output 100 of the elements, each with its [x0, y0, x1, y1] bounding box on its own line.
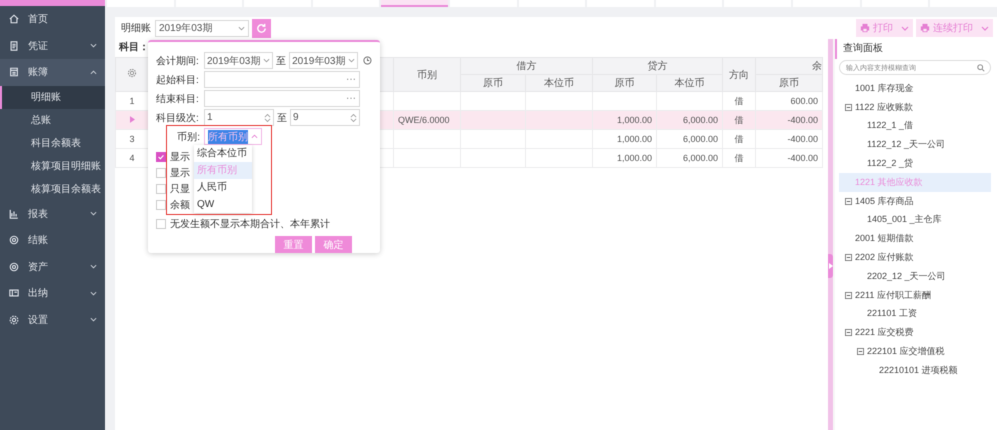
sidebar-subitem[interactable]: 明细账: [0, 86, 105, 108]
refresh-icon: [256, 22, 267, 34]
sidebar-item[interactable]: 设置: [0, 306, 105, 333]
period-select[interactable]: 2019年03期: [155, 20, 249, 36]
column-header: 原币: [779, 78, 799, 89]
row-number: 1: [129, 96, 134, 106]
tree-item[interactable]: 2001 短期借款: [839, 229, 991, 248]
table-cell: 借: [734, 134, 744, 144]
checkbox[interactable]: [156, 168, 166, 178]
caret-icon: [981, 26, 989, 30]
collapse-icon[interactable]: [857, 348, 864, 356]
level-to-field[interactable]: 9: [290, 109, 360, 126]
dropdown-option[interactable]: QW: [194, 196, 252, 213]
spinner-icon[interactable]: [264, 112, 271, 122]
bar-chart-icon: [9, 208, 19, 219]
document-icon: [9, 40, 19, 51]
chevron-icon: [90, 43, 97, 48]
caret-icon: [251, 134, 258, 139]
start-subject-field[interactable]: ···: [204, 71, 360, 88]
search-icon[interactable]: [977, 64, 985, 72]
sidebar-item[interactable]: 出纳: [0, 280, 105, 306]
sidebar-subitem[interactable]: 核算项目明细账: [0, 154, 105, 178]
sidebar-subitem[interactable]: 科目余额表: [0, 132, 105, 154]
target-icon: [9, 235, 19, 246]
sidebar-item[interactable]: 结账: [0, 227, 105, 254]
tree-item[interactable]: 2202 应付账款: [839, 248, 991, 267]
caret-icon: [348, 58, 356, 63]
column-header: 原币: [614, 78, 634, 89]
tree-item[interactable]: 1122_2 _贷: [839, 154, 991, 173]
column-header: 方向: [729, 70, 749, 80]
collapse-icon[interactable]: [845, 292, 852, 299]
range-separator: 至: [276, 112, 288, 124]
sidebar-item[interactable]: 账簿: [0, 59, 105, 86]
level-from-field[interactable]: 1: [204, 109, 274, 126]
column-header: 贷方: [648, 61, 668, 72]
table-cell: 600.00: [790, 96, 818, 106]
tab[interactable]: [381, 0, 448, 7]
checkbox-label: 显示: [170, 167, 190, 180]
tree-item[interactable]: 2211 应付职工薪酬: [839, 286, 991, 305]
tree-item[interactable]: 1405_001 _主仓库: [839, 210, 991, 230]
range-separator: 至: [275, 54, 288, 68]
column-header: 原币: [483, 78, 503, 89]
home-icon: [9, 14, 19, 24]
sidebar-subitem[interactable]: 核算项目余额表: [0, 178, 105, 200]
chevron-icon: [90, 264, 97, 270]
sidebar-item[interactable]: 凭证: [0, 32, 105, 59]
checkbox-label: 无发生额不显示本期合计、本年累计: [170, 218, 330, 231]
tree-item[interactable]: 22210101 进项税额: [839, 360, 991, 380]
tree-item[interactable]: 221101 工资: [839, 304, 991, 324]
caret-icon: [238, 26, 245, 30]
tree-item[interactable]: 1122_1 _借: [839, 116, 991, 136]
sidebar-item[interactable]: 报表: [0, 200, 105, 227]
tree-item[interactable]: 2202_12 _天一公司: [839, 266, 991, 286]
chevron-icon: [90, 70, 97, 75]
settings-icon[interactable]: [127, 68, 137, 78]
field-label: 会计期间:: [156, 54, 200, 68]
collapse-icon[interactable]: [845, 198, 852, 205]
dropdown-option[interactable]: 人民币: [194, 179, 252, 196]
column-header: 币别: [417, 70, 437, 80]
table-cell: 借: [734, 96, 744, 106]
field-label: 起始科目:: [156, 74, 200, 86]
checkbox[interactable]: [156, 184, 166, 194]
table-cell: 1,000.00: [616, 115, 652, 125]
column-header: 本位币: [544, 78, 574, 89]
checkbox[interactable]: [156, 152, 166, 162]
period-from-select[interactable]: 2019年03期: [204, 52, 274, 69]
table-cell: 1,000.00: [616, 153, 652, 163]
toolbar-label: 明细账: [121, 22, 151, 35]
tree-item[interactable]: 1122_12 _天一公司: [839, 135, 991, 154]
wallet-icon: [9, 288, 19, 298]
tree-item[interactable]: 2221 应交税费: [839, 323, 991, 342]
collapse-handle[interactable]: [828, 254, 833, 278]
column-header: 余: [812, 61, 822, 72]
sidebar-item[interactable]: 首页: [0, 6, 105, 32]
tree-item[interactable]: 1001 库存现金: [839, 79, 991, 98]
checkbox[interactable]: [156, 200, 166, 210]
collapse-icon[interactable]: [845, 104, 852, 111]
tree-item[interactable]: 1122 应收账款: [839, 98, 991, 117]
table-cell: QWE/6.0000: [398, 115, 450, 125]
sidebar-subitem[interactable]: 总账: [0, 108, 105, 132]
table-cell: -400.00: [787, 153, 818, 163]
column-header: 借方: [516, 61, 536, 72]
table-cell: 1,000.00: [616, 134, 652, 144]
end-subject-field[interactable]: ···: [204, 90, 360, 107]
refresh-button[interactable]: [252, 18, 271, 38]
caret-icon: [263, 58, 270, 63]
checkbox[interactable]: [156, 219, 166, 229]
row-number: 3: [129, 134, 134, 144]
checkbox-label: 显示: [170, 151, 190, 164]
table-cell: 6,000.00: [682, 134, 718, 144]
spinner-icon[interactable]: [350, 112, 357, 122]
collapse-icon[interactable]: [845, 254, 852, 262]
sidebar-item[interactable]: 资产: [0, 254, 105, 280]
tab[interactable]: [312, 0, 380, 7]
period-to-select[interactable]: 2019年03期: [289, 52, 358, 69]
tree-item[interactable]: 1405 库存商品: [839, 192, 991, 211]
clock-icon[interactable]: [363, 56, 372, 65]
collapse-icon[interactable]: [845, 329, 852, 336]
tree-item[interactable]: 222101 应交增值税: [839, 342, 991, 361]
table-cell: 借: [734, 114, 744, 124]
